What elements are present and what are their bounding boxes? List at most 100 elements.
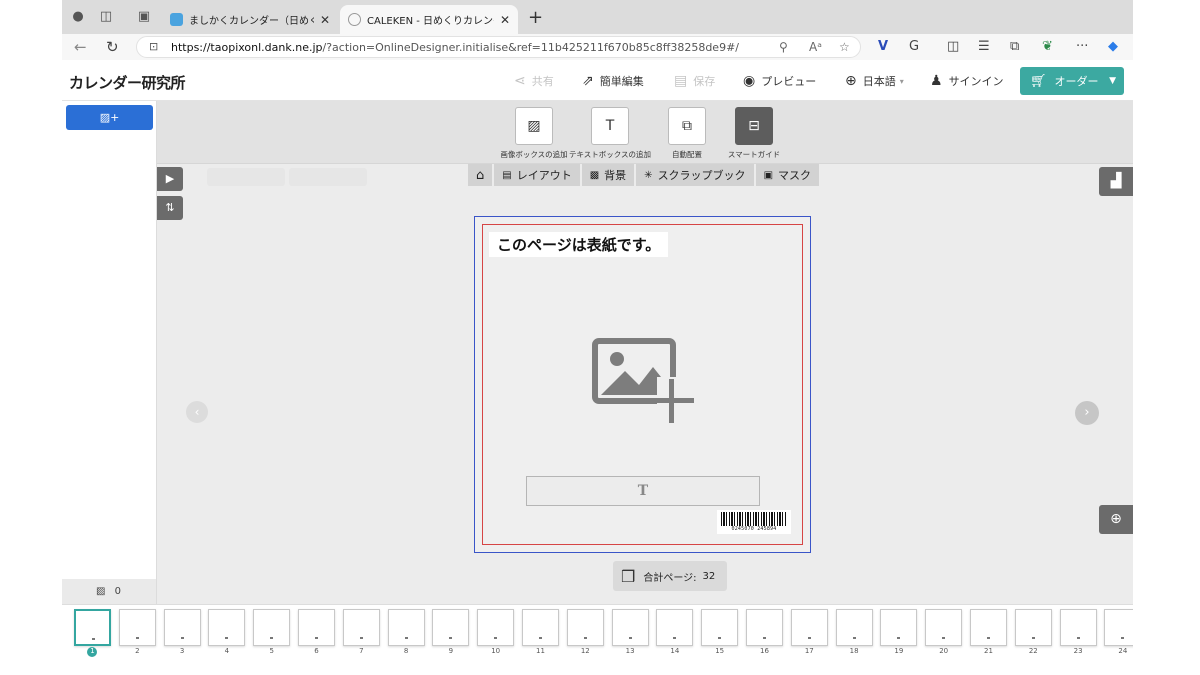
thumbnail-content <box>852 637 856 639</box>
order-button[interactable]: 🛒︎ オーダー ▼ <box>1020 67 1124 95</box>
thumbnail-content <box>225 637 229 639</box>
collections-icon[interactable]: ⧉ <box>1010 39 1019 54</box>
page-thumbnail-number: 10 <box>491 647 501 655</box>
tab-scrapbook[interactable]: ✳ スクラップブック <box>636 164 756 186</box>
page-thumbnail[interactable] <box>522 609 559 646</box>
page-thumbnail[interactable] <box>835 609 873 646</box>
favorite-star-icon[interactable]: ☆ <box>839 40 850 54</box>
next-page-button[interactable]: › <box>1075 401 1099 425</box>
page-thumbnail[interactable] <box>208 609 246 646</box>
page-canvas[interactable]: このページは表紙です。 T 0245070 245894 <box>474 216 811 553</box>
add-photo-button[interactable]: ▨+ <box>66 105 153 130</box>
thumbnail-content <box>1121 637 1125 639</box>
split-screen-icon[interactable]: ◫ <box>947 39 959 54</box>
page-thumbnail-number: 1 <box>90 647 95 655</box>
page-thumbnail-number: 2 <box>135 647 140 655</box>
extension-g-icon[interactable]: G <box>909 39 919 54</box>
thumbnail-content <box>539 637 542 639</box>
prev-page-button[interactable]: ‹ <box>186 401 208 423</box>
thumbnail-content <box>315 637 318 639</box>
thumbnail-content <box>987 637 990 639</box>
cover-title-text[interactable]: このページは表紙です。 <box>489 232 669 257</box>
chevron-left-icon: ‹ <box>194 405 200 419</box>
url-field[interactable]: ⊡ https://taopixonl.dank.ne.jp/?action=O… <box>136 36 861 58</box>
pages-icon: ❒ <box>621 566 636 586</box>
new-tab-icon[interactable]: + <box>528 7 543 28</box>
profile-icon[interactable]: ● <box>70 9 86 25</box>
page-thumbnail[interactable] <box>970 609 1007 646</box>
expand-panel-button[interactable]: ▶ <box>157 167 183 191</box>
page-thumbnail[interactable] <box>342 609 380 646</box>
order-label: オーダー <box>1054 75 1099 88</box>
page-thumbnail[interactable] <box>925 609 963 646</box>
page-thumbnail[interactable] <box>701 609 739 646</box>
page-thumbnail[interactable] <box>566 609 604 646</box>
image-placeholder-icon[interactable] <box>591 337 695 425</box>
more-menu-icon[interactable]: ··· <box>1076 39 1088 54</box>
save-button[interactable]: ▤ 保存 <box>674 73 715 89</box>
page-thumbnail[interactable] <box>656 609 694 646</box>
browser-tab-bar: ● ◫ ▣ ましかくカレンダー（日めくり）・ ✕ CALEKEN - 日めくりカ… <box>62 0 1133 34</box>
tab-background[interactable]: ▩ 背景 <box>581 164 637 186</box>
thumbnail-content <box>1076 637 1080 639</box>
page-thumbnail[interactable] <box>74 609 111 646</box>
page-settings-button[interactable]: ▟ <box>1099 167 1133 196</box>
page-thumbnail[interactable] <box>1059 609 1097 646</box>
tab-label: スクラップブック <box>657 169 746 182</box>
key-icon[interactable]: ⚲ <box>779 40 788 54</box>
page-thumbnail-number: 8 <box>403 647 409 655</box>
page-thumbnail-number: 16 <box>760 647 769 655</box>
signin-button[interactable]: ♟ サインイン <box>930 73 1004 89</box>
page-thumbnail[interactable] <box>1014 609 1052 646</box>
page-thumbnail[interactable] <box>1104 609 1133 646</box>
sort-button[interactable]: ⇅ <box>157 196 183 220</box>
globe-icon: ⊕ <box>845 73 857 89</box>
browser-tab-caleken[interactable]: CALEKEN - 日めくりカレンダーﾃﾞ ✕ <box>340 5 518 34</box>
page-thumbnail-number: 6 <box>314 647 319 655</box>
close-tab-icon[interactable]: ✕ <box>320 13 330 27</box>
close-tab-icon[interactable]: ✕ <box>500 13 510 27</box>
zoom-button[interactable]: ⊕ <box>1099 505 1133 534</box>
page-thumbnail-number: 22 <box>1028 647 1038 655</box>
tab-home[interactable]: ⌂ <box>468 164 495 186</box>
page-thumbnail[interactable] <box>298 609 335 646</box>
back-icon[interactable]: ← <box>74 38 87 56</box>
smart-guide-icon: ⊟ <box>735 107 773 145</box>
chevron-down-icon[interactable]: ▼ <box>1109 76 1116 86</box>
page-thumbnail[interactable] <box>253 609 291 646</box>
workspaces-icon[interactable]: ◫ <box>98 9 114 25</box>
page-thumbnail-number: 7 <box>359 647 364 655</box>
refresh-icon[interactable]: ↻ <box>106 38 119 56</box>
app-header: カレンダー研究所 ⋖ 共有 ⇗ 簡単編集 ▤ 保存 ◉ プレビュー ⊕ 日本語 … <box>62 60 1133 101</box>
page-thumbnail[interactable] <box>387 609 425 646</box>
page-thumbnail[interactable] <box>477 609 515 646</box>
page-thumbnail[interactable] <box>880 609 918 646</box>
page-thumbnail[interactable] <box>790 609 828 646</box>
tab-actions-icon[interactable]: ▣ <box>136 9 152 25</box>
read-aloud-icon[interactable]: Aᵃ <box>809 40 822 54</box>
language-select[interactable]: ⊕ 日本語 ▾ <box>845 73 904 89</box>
copilot-icon[interactable]: ◆ <box>1108 39 1118 54</box>
page-thumbnail[interactable] <box>746 609 783 646</box>
smart-guide-tool[interactable]: ⊟ スマートガイド <box>709 107 799 160</box>
app-logo[interactable]: カレンダー研究所 <box>69 72 186 93</box>
page-thumbnail-number: 24 <box>1118 647 1128 655</box>
browser-tab-mashikaku[interactable]: ましかくカレンダー（日めくり）・ ✕ <box>162 5 338 34</box>
page-thumbnail[interactable] <box>163 609 201 646</box>
extension-v-icon[interactable]: V <box>878 39 888 54</box>
eye-icon: ◉ <box>743 73 756 89</box>
text-box-placeholder[interactable]: T <box>526 476 760 506</box>
page-thumbnail[interactable] <box>611 609 649 646</box>
page-thumbnail[interactable] <box>118 609 156 646</box>
tab-layout[interactable]: ▤ レイアウト <box>494 164 582 186</box>
chevron-down-icon: ▾ <box>899 76 904 86</box>
simple-edit-button[interactable]: ⇗ 簡単編集 <box>582 73 644 89</box>
favorites-list-icon[interactable]: ☰ <box>978 39 990 54</box>
page-thumbnail-number: 3 <box>179 647 185 655</box>
share-button[interactable]: ⋖ 共有 <box>514 73 554 89</box>
preview-button[interactable]: ◉ プレビュー <box>743 73 816 89</box>
extension-icon[interactable]: ❦ <box>1042 39 1053 54</box>
page-thumbnail[interactable] <box>432 609 470 646</box>
save-disk-icon: ▤ <box>674 73 688 89</box>
tab-mask[interactable]: ▣ マスク <box>755 164 822 186</box>
